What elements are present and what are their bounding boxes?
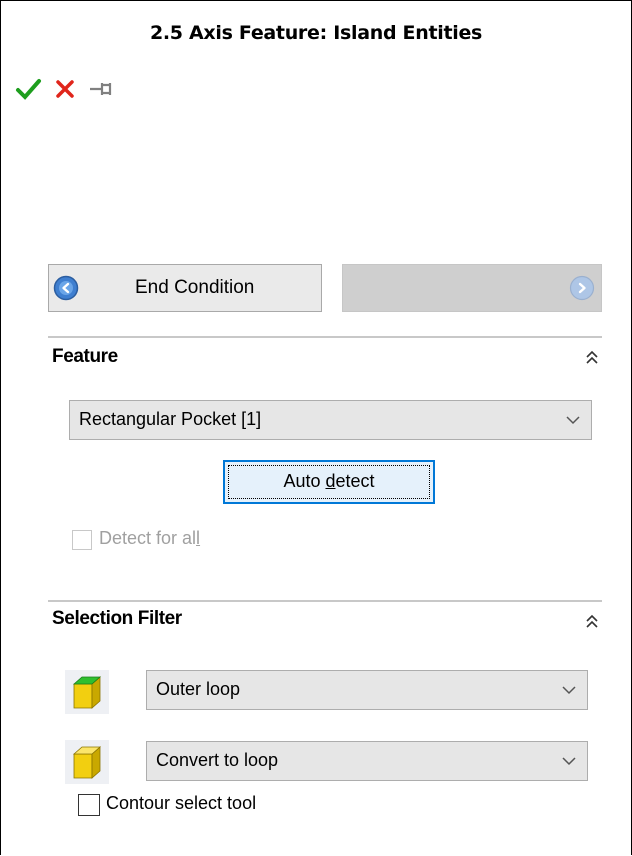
end-condition-label: End Condition (135, 277, 255, 298)
auto-detect-label: Auto detect (283, 471, 375, 491)
divider (48, 336, 602, 338)
selection-filter-section-header: Selection Filter (52, 608, 182, 629)
chevron-down-icon (562, 757, 576, 766)
close-icon[interactable] (50, 70, 80, 106)
end-condition-button[interactable]: End Condition (48, 264, 322, 312)
contour-select-checkbox[interactable] (78, 794, 100, 816)
convert-dropdown[interactable]: Convert to loop (146, 741, 588, 781)
auto-detect-button[interactable]: Auto detect (223, 460, 435, 504)
check-icon[interactable] (14, 70, 44, 106)
feature-dropdown[interactable]: Rectangular Pocket [1] (69, 400, 592, 440)
divider (48, 600, 602, 602)
arrow-right-circle-icon (569, 275, 595, 301)
collapse-chevron-icon[interactable] (582, 348, 602, 368)
detect-for-all-checkbox[interactable] (72, 530, 92, 550)
cube-yellow-icon[interactable] (65, 740, 109, 784)
contour-select-label: Contour select tool (106, 793, 257, 813)
loop-type-value: Outer loop (156, 679, 241, 699)
cube-green-top-icon[interactable] (65, 670, 109, 714)
feature-dropdown-value: Rectangular Pocket [1] (79, 409, 262, 429)
pin-icon[interactable] (86, 70, 116, 106)
collapse-chevron-icon[interactable] (582, 612, 602, 632)
chevron-down-icon (562, 686, 576, 695)
panel-title: 2.5 Axis Feature: Island Entities (149, 22, 483, 44)
arrow-left-circle-icon (53, 275, 79, 301)
chevron-down-icon (566, 416, 580, 425)
next-page-button[interactable] (342, 264, 602, 312)
convert-value: Convert to loop (156, 750, 279, 770)
feature-section-header: Feature (52, 346, 118, 367)
detect-for-all-label: Detect for all (99, 528, 201, 548)
loop-type-dropdown[interactable]: Outer loop (146, 670, 588, 710)
